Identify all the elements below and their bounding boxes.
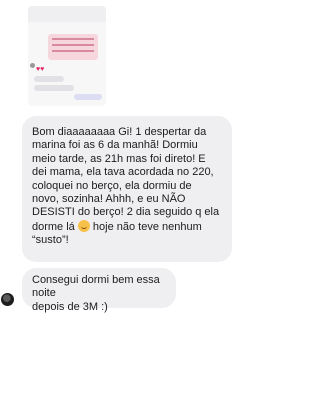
- thumbnail-bubble: [34, 85, 74, 91]
- thumbnail-pink-message: [48, 34, 98, 60]
- avatar[interactable]: [1, 293, 14, 306]
- message-text: Consegui dormi bem essa noite depois de …: [32, 274, 160, 313]
- thumbnail-bubble: [34, 76, 64, 82]
- message-text: Bom diaaaaaaaa Gi! 1 despertar da marina…: [32, 126, 220, 233]
- shared-screenshot-thumbnail[interactable]: ♥♥: [28, 6, 106, 106]
- message-bubble: Consegui dormi bem essa noite depois de …: [22, 268, 176, 313]
- thumbnail-header: [28, 6, 106, 22]
- message-bubble: Bom diaaaaaaaa Gi! 1 despertar da marina…: [22, 116, 232, 262]
- grimacing-face-emoji-icon: [77, 219, 90, 232]
- thumbnail-avatar: [30, 63, 35, 68]
- thumbnail-bubble: [74, 94, 102, 100]
- heart-icon: ♥♥: [36, 66, 45, 73]
